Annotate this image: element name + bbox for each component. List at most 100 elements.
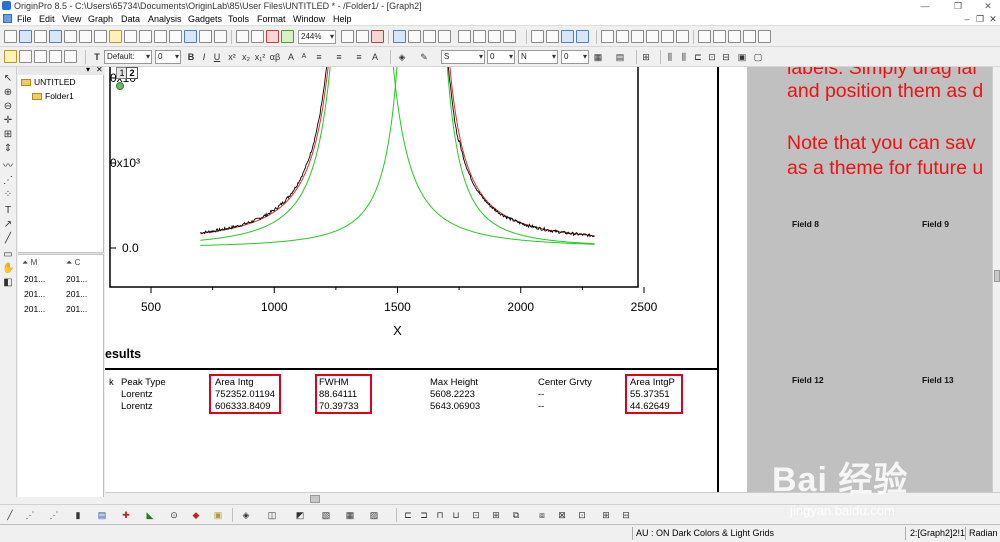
list-item[interactable]: 201... (66, 289, 87, 299)
axis-icon[interactable] (661, 30, 674, 43)
command-window-icon[interactable] (423, 30, 436, 43)
zoom-out-icon[interactable]: ⊖ (2, 101, 14, 113)
new-function-icon[interactable] (64, 30, 77, 43)
menu-file[interactable]: File (17, 12, 32, 26)
menu-window[interactable]: Window (293, 12, 325, 26)
frame-icon[interactable] (676, 30, 689, 43)
close-icon[interactable]: ✕ (978, 0, 998, 12)
pie-icon[interactable]: ✚ (120, 508, 132, 522)
whole-page-icon[interactable] (561, 30, 574, 43)
code-builder-icon[interactable] (371, 30, 384, 43)
menu-tools[interactable]: Tools (228, 12, 249, 26)
italic-button[interactable]: I (198, 50, 210, 64)
object-edit-icon[interactable]: ◧ (2, 277, 14, 289)
new-layout-icon[interactable] (79, 30, 92, 43)
screen-reader-icon[interactable]: ✛ (2, 115, 14, 127)
layer-arrange-icon[interactable]: ⊐ (418, 508, 430, 522)
new-graph-icon[interactable] (34, 30, 47, 43)
fill-width-combo[interactable]: 0 (561, 50, 589, 64)
scrollbar-thumb[interactable] (994, 270, 1000, 282)
decrease-font-icon[interactable]: A (298, 50, 310, 64)
graph-layer-icon[interactable] (646, 30, 659, 43)
greek-icon[interactable]: αβ (269, 50, 281, 64)
front-icon[interactable]: ▣ (736, 50, 748, 64)
text-tool-icon[interactable]: T (2, 205, 14, 217)
menu-graph[interactable]: Graph (88, 12, 113, 26)
tree-root[interactable]: UNTITLED (21, 77, 76, 87)
open-sample-icon[interactable] (169, 30, 182, 43)
new-project-icon[interactable] (4, 30, 17, 43)
list-item[interactable]: 201... (24, 274, 45, 284)
font-size-combo[interactable]: 0 (155, 50, 181, 64)
list-item[interactable]: 201... (66, 274, 87, 284)
align-center-icon[interactable]: ≡ (333, 50, 345, 64)
mask-icon[interactable] (34, 50, 47, 63)
increase-font-icon[interactable]: A (285, 50, 297, 64)
back-icon[interactable]: ▢ (752, 50, 764, 64)
clock-icon[interactable] (743, 30, 756, 43)
new-matrix-icon[interactable] (49, 30, 62, 43)
add-xy-scale-icon[interactable] (601, 30, 614, 43)
mask-points-icon[interactable]: ⁘ (2, 189, 14, 201)
rectangle-tool-icon[interactable]: ▭ (2, 249, 14, 261)
explorer-pin-icon[interactable]: ▾ (86, 65, 90, 74)
mdi-minimize-icon[interactable]: – (960, 12, 974, 26)
pointer-icon[interactable]: ↖ (2, 73, 14, 85)
gradient-icon[interactable]: ▤ (614, 50, 626, 64)
superscript-icon[interactable]: x² (226, 50, 238, 64)
zoom-combo[interactable]: 244% (298, 30, 336, 44)
vertical-scrollbar[interactable] (992, 67, 1000, 492)
rescale-icon[interactable] (531, 30, 544, 43)
results-log-icon[interactable] (408, 30, 421, 43)
menu-format[interactable]: Format (257, 12, 286, 26)
group-icon[interactable]: ⊡ (706, 50, 718, 64)
vector-icon[interactable]: ▨ (368, 508, 380, 522)
pattern-icon[interactable]: ▦ (592, 50, 604, 64)
add-timestamp-icon[interactable] (616, 30, 629, 43)
open-excel-icon[interactable] (154, 30, 167, 43)
menu-view[interactable]: View (62, 12, 81, 26)
lock-icon[interactable] (116, 82, 124, 90)
layer-extract-icon[interactable]: ⊠ (556, 508, 568, 522)
image-plot-icon[interactable]: ▦ (344, 508, 356, 522)
underline-button[interactable]: U (211, 50, 223, 64)
distribute-v-icon[interactable]: ⫼ (678, 50, 690, 64)
layer-align-icon[interactable]: ⊏ (402, 508, 414, 522)
layer-paste-icon[interactable]: ⊞ (600, 508, 612, 522)
explorer-close-icon[interactable]: ✕ (96, 65, 103, 74)
col-header-m[interactable]: ⏶ M (22, 258, 37, 269)
layer-merge-icon[interactable]: ⧈ (536, 508, 548, 522)
grid-icon[interactable] (758, 30, 771, 43)
bold-button[interactable]: B (185, 50, 197, 64)
align-objects-icon[interactable]: ⊏ (692, 50, 704, 64)
layer-contents-icon[interactable] (473, 30, 486, 43)
data-reader-tool-icon[interactable]: ⊞ (2, 129, 14, 141)
copy-page-icon[interactable] (356, 30, 369, 43)
arrow-tool-icon[interactable]: ↗ (2, 219, 14, 231)
print-icon[interactable] (341, 30, 354, 43)
save-project-icon[interactable] (184, 30, 197, 43)
project-explorer-icon[interactable] (393, 30, 406, 43)
region-select-icon[interactable]: ⋰ (2, 175, 14, 187)
object-manager-icon[interactable] (438, 30, 451, 43)
enlarge-icon[interactable] (546, 30, 559, 43)
pan-hand-icon[interactable]: ✋ (2, 263, 14, 275)
template-icon[interactable]: ▣ (212, 508, 224, 522)
brush-icon[interactable] (64, 50, 77, 63)
data-reader-icon[interactable] (19, 50, 32, 63)
menu-gadgets[interactable]: Gadgets (188, 12, 222, 26)
new-notes-icon[interactable] (94, 30, 107, 43)
3d-icon[interactable]: ◈ (240, 508, 252, 522)
region-icon[interactable] (49, 50, 62, 63)
open-template-icon[interactable] (139, 30, 152, 43)
column-list-icon[interactable] (698, 30, 711, 43)
align-right-icon[interactable]: ≡ (353, 50, 365, 64)
menu-analysis[interactable]: Analysis (148, 12, 182, 26)
import-ascii-icon[interactable] (251, 30, 264, 43)
distribute-h-icon[interactable]: ⫼ (664, 50, 676, 64)
line-plot-icon[interactable]: ╱ (4, 508, 16, 522)
list-item[interactable]: 201... (66, 304, 87, 314)
font-color-icon[interactable]: A (369, 50, 381, 64)
scrollbar-thumb[interactable] (310, 495, 320, 503)
draw-data-icon[interactable]: 〰 (2, 161, 14, 173)
